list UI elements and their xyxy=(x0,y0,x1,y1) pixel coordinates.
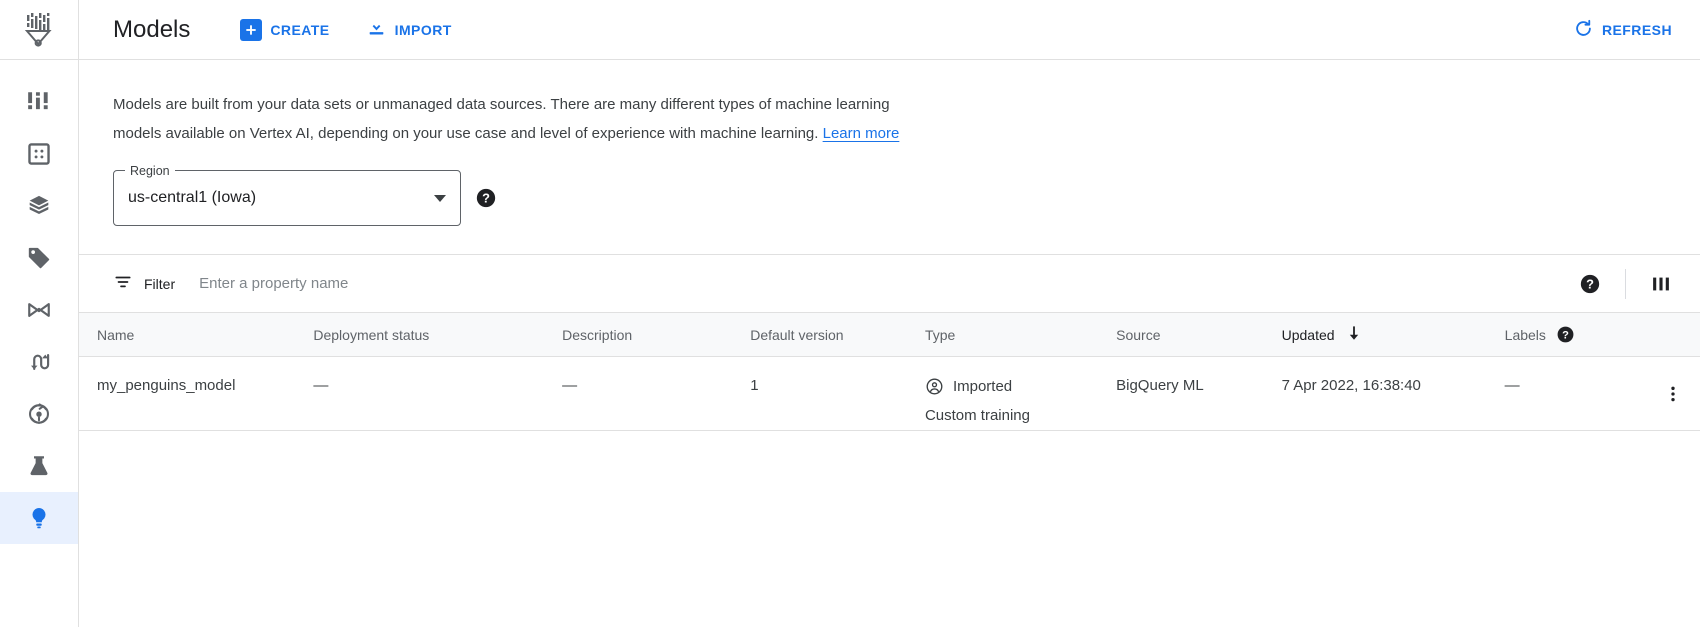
sidebar-item-experiments[interactable] xyxy=(0,440,78,492)
imported-model-icon xyxy=(925,377,944,396)
sidebar-item-notebooks[interactable] xyxy=(0,284,78,336)
column-header-label: Deployment status xyxy=(313,326,430,343)
filter-toggle[interactable]: Filter xyxy=(113,272,175,295)
table-row[interactable]: my_penguins_model — — 1 Imported Custom … xyxy=(79,356,1700,431)
region-help-icon[interactable]: ? xyxy=(475,187,497,209)
cell-type-line2: Custom training xyxy=(924,407,1030,424)
region-value: us-central1 (Iowa) xyxy=(128,189,257,206)
sidebar-item-feature-store[interactable] xyxy=(0,128,78,180)
column-header-description[interactable]: Description xyxy=(562,312,751,357)
cell-type: Imported Custom training xyxy=(924,356,1117,431)
svg-text:?: ? xyxy=(482,191,490,206)
more-vert-icon[interactable] xyxy=(1656,377,1690,411)
cell-default-version: 1 xyxy=(750,356,925,431)
models-table: Name Deployment status Description Defau… xyxy=(79,312,1700,431)
sidebar-item-models[interactable] xyxy=(0,492,78,544)
column-header-source[interactable]: Source xyxy=(1116,312,1282,357)
column-header-label: Name xyxy=(97,326,135,343)
column-header-default-version[interactable]: Default version xyxy=(750,312,925,357)
learn-more-link[interactable]: Learn more xyxy=(823,125,900,142)
import-button-label: IMPORT xyxy=(394,21,452,38)
table-header-row: Name Deployment status Description Defau… xyxy=(79,312,1700,357)
column-header-label: Updated xyxy=(1281,326,1335,343)
column-header-deployment-status[interactable]: Deployment status xyxy=(313,312,563,357)
sidebar-item-datasets[interactable] xyxy=(0,180,78,232)
chevron-down-icon xyxy=(434,194,446,202)
import-button[interactable]: IMPORT xyxy=(358,10,460,50)
refresh-button[interactable]: REFRESH xyxy=(1565,10,1680,50)
column-header-actions xyxy=(1617,312,1700,357)
rail-item-list xyxy=(0,60,78,544)
cell-name: my_penguins_model xyxy=(79,356,314,431)
column-header-labels[interactable]: Labels ? xyxy=(1504,312,1618,357)
filter-divider xyxy=(1625,268,1626,299)
create-button[interactable]: CREATE xyxy=(232,11,337,49)
column-settings-icon[interactable] xyxy=(1644,267,1678,301)
filter-bar: Filter ? xyxy=(79,254,1700,312)
filter-label: Filter xyxy=(144,275,176,292)
region-label: Region xyxy=(125,163,175,179)
column-header-label: Default version xyxy=(750,326,844,343)
download-icon xyxy=(366,18,387,42)
column-header-label: Labels xyxy=(1504,326,1546,343)
create-button-label: CREATE xyxy=(270,21,330,38)
filter-help-icon[interactable]: ? xyxy=(1573,267,1607,301)
page-body: Models are built from your data sets or … xyxy=(79,60,1700,627)
cell-labels: — xyxy=(1504,356,1618,431)
left-nav-rail xyxy=(0,0,79,627)
sidebar-item-training[interactable] xyxy=(0,388,78,440)
column-header-label: Source xyxy=(1116,326,1161,343)
sidebar-item-pipelines[interactable] xyxy=(0,336,78,388)
intro-block: Models are built from your data sets or … xyxy=(79,60,1700,148)
svg-text:?: ? xyxy=(1586,276,1594,291)
plus-icon xyxy=(240,18,263,41)
svg-text:?: ? xyxy=(1562,329,1569,341)
intro-paragraph: Models are built from your data sets or … xyxy=(113,90,903,148)
filter-input[interactable] xyxy=(199,268,986,299)
column-header-updated[interactable]: Updated xyxy=(1281,312,1505,357)
models-table-body: my_penguins_model — — 1 Imported Custom … xyxy=(79,356,1700,431)
refresh-icon xyxy=(1573,18,1594,42)
main-area: Models CREATE IMPORT REFRESH Models are … xyxy=(79,0,1700,627)
cell-type-line1: Imported xyxy=(952,378,1013,395)
cell-deployment-status: — xyxy=(313,356,563,431)
arrow-down-icon xyxy=(1345,324,1363,345)
labels-help-icon[interactable]: ? xyxy=(1556,325,1575,344)
page-toolbar: Models CREATE IMPORT REFRESH xyxy=(79,0,1700,60)
column-header-name[interactable]: Name xyxy=(79,312,314,357)
cell-updated: 7 Apr 2022, 16:38:40 xyxy=(1281,356,1505,431)
column-header-label: Description xyxy=(562,326,633,343)
filter-list-icon xyxy=(113,272,133,295)
cell-description: — xyxy=(562,356,751,431)
region-select[interactable]: Region us-central1 (Iowa) xyxy=(113,163,461,226)
models-table-head: Name Deployment status Description Defau… xyxy=(79,312,1700,357)
vertex-ai-logo-icon xyxy=(0,0,78,60)
sidebar-item-dashboard[interactable] xyxy=(0,76,78,128)
column-header-label: Type xyxy=(924,326,956,343)
sidebar-item-labeling-tasks[interactable] xyxy=(0,232,78,284)
page-title: Models xyxy=(113,15,191,43)
cell-source: BigQuery ML xyxy=(1116,356,1282,431)
intro-text: Models are built from your data sets or … xyxy=(113,96,890,142)
cell-actions xyxy=(1617,356,1700,431)
app-root: Models CREATE IMPORT REFRESH Models are … xyxy=(0,0,1700,627)
refresh-button-label: REFRESH xyxy=(1601,21,1672,38)
region-row: Region us-central1 (Iowa) ? xyxy=(79,148,1700,226)
column-header-type[interactable]: Type xyxy=(924,312,1117,357)
